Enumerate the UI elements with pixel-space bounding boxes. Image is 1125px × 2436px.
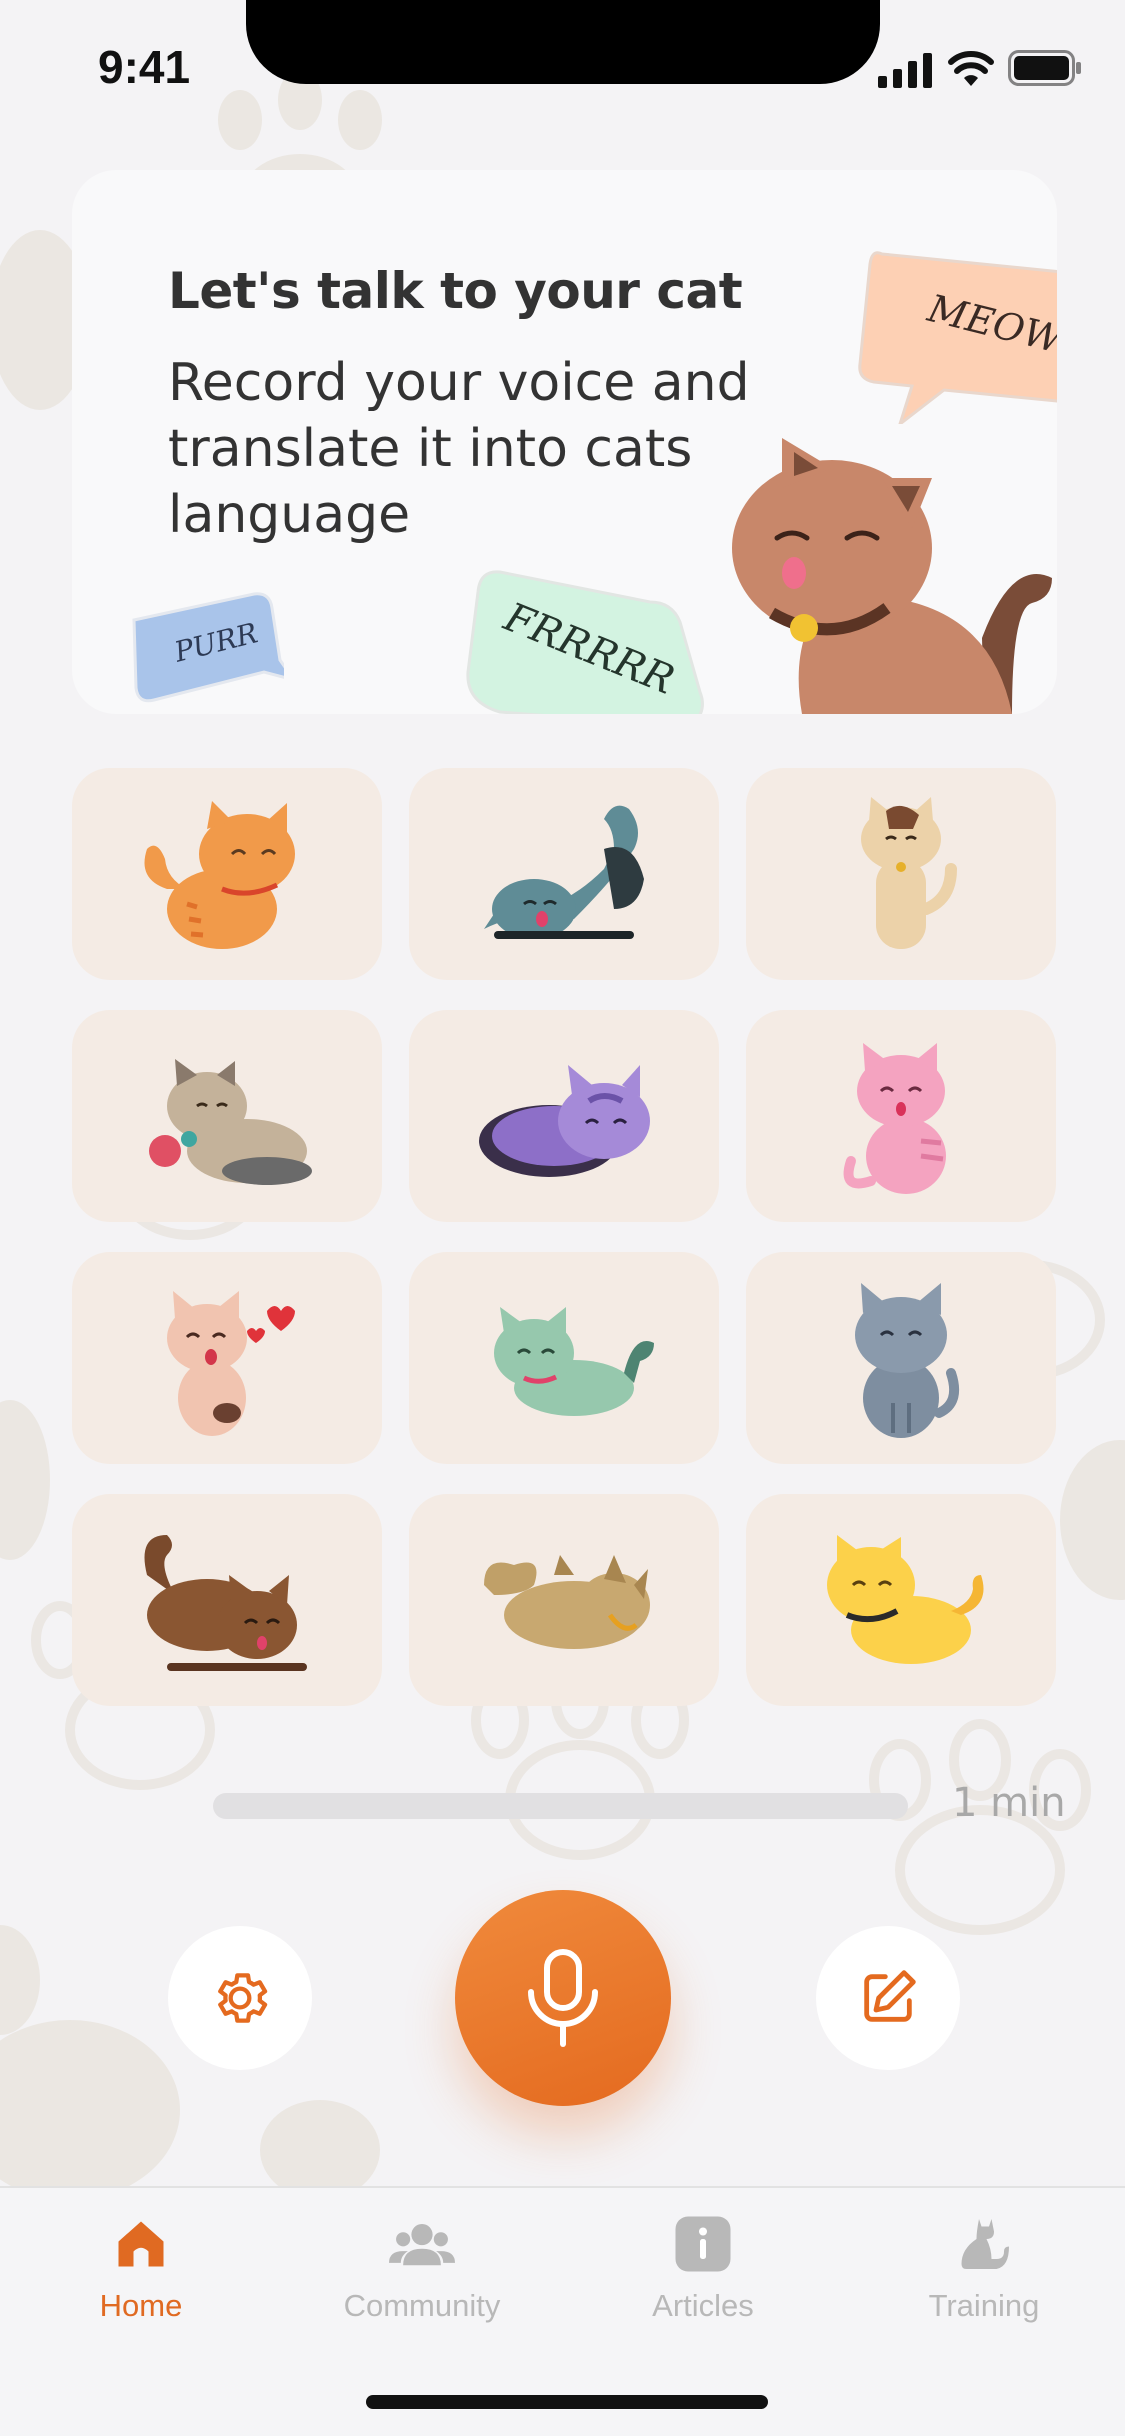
cat-tile-yarn[interactable] (72, 1010, 382, 1222)
tab-training[interactable]: Training (874, 2214, 1094, 2324)
mint-cat-icon (494, 1307, 654, 1416)
cat-tile-calico-standing[interactable] (746, 768, 1056, 980)
home-indicator (366, 2395, 768, 2409)
recording-duration-label: 1 min (952, 1780, 1066, 1826)
recording-progress-bar (213, 1793, 908, 1819)
tab-training-label: Training (928, 2288, 1040, 2323)
cat-tile-yellow[interactable] (746, 1494, 1056, 1706)
device-notch (246, 0, 880, 84)
settings-button[interactable] (168, 1926, 312, 2070)
edit-icon (864, 1970, 916, 2022)
status-bar: 9:41 (0, 0, 1125, 130)
tab-community-label: Community (343, 2288, 501, 2323)
status-time: 9:41 (98, 41, 191, 93)
cellular-signal-icon (878, 53, 932, 88)
hero-card: Let's talk to your cat Record your voice… (72, 170, 1057, 714)
cat-icon (961, 2219, 1009, 2269)
battery-icon (1008, 50, 1081, 86)
hero-subtitle: Record your voice and translate it into … (168, 353, 750, 545)
tab-community[interactable]: Community (312, 2214, 532, 2324)
orange-cat-icon (144, 801, 295, 949)
tan-cat-icon (484, 1555, 650, 1649)
calico-cat-icon (861, 797, 957, 949)
gray-cat-icon (484, 805, 644, 939)
hero-cat-illustration (732, 438, 1052, 714)
hero-title: Let's talk to your cat (168, 262, 743, 320)
edit-button[interactable] (816, 1926, 960, 2070)
cat-sounds-grid (72, 768, 1057, 1706)
yarn-cat-icon (149, 1059, 312, 1185)
meow-speech-bubble: MEOW (852, 244, 1057, 429)
cat-tile-mint-running[interactable] (409, 1252, 719, 1464)
info-icon (675, 2216, 731, 2272)
home-icon (118, 2221, 164, 2267)
tab-home[interactable]: Home (31, 2214, 251, 2324)
microphone-icon (528, 1949, 598, 2047)
cat-tile-purple-sleeping[interactable] (409, 1010, 719, 1222)
record-button[interactable] (455, 1890, 671, 2106)
purple-cat-icon (479, 1065, 650, 1177)
yellow-cat-icon (827, 1535, 984, 1664)
frrr-speech-bubble: FRRRRR (460, 562, 710, 714)
pink-cat-icon (843, 1043, 946, 1194)
cat-tile-hearts[interactable] (72, 1252, 382, 1464)
brown-cat-icon (144, 1535, 307, 1671)
cat-tile-brown-stretching[interactable] (72, 1494, 382, 1706)
cat-tile-tan-rolling[interactable] (409, 1494, 719, 1706)
purr-speech-bubble: PURR (124, 590, 298, 714)
cat-tile-blue-gray[interactable] (746, 1252, 1056, 1464)
cat-tile-orange[interactable] (72, 768, 382, 980)
hearts-cat-icon (167, 1291, 295, 1436)
tab-articles-label: Articles (652, 2288, 754, 2323)
tab-articles[interactable]: Articles (593, 2214, 813, 2324)
cat-tile-pink[interactable] (746, 1010, 1056, 1222)
gear-icon (218, 1973, 268, 2023)
wifi-icon (948, 51, 994, 86)
community-icon (389, 2223, 455, 2266)
tab-home-label: Home (99, 2288, 183, 2323)
cat-tile-gray-stretch[interactable] (409, 768, 719, 980)
blue-gray-cat-icon (855, 1283, 959, 1438)
